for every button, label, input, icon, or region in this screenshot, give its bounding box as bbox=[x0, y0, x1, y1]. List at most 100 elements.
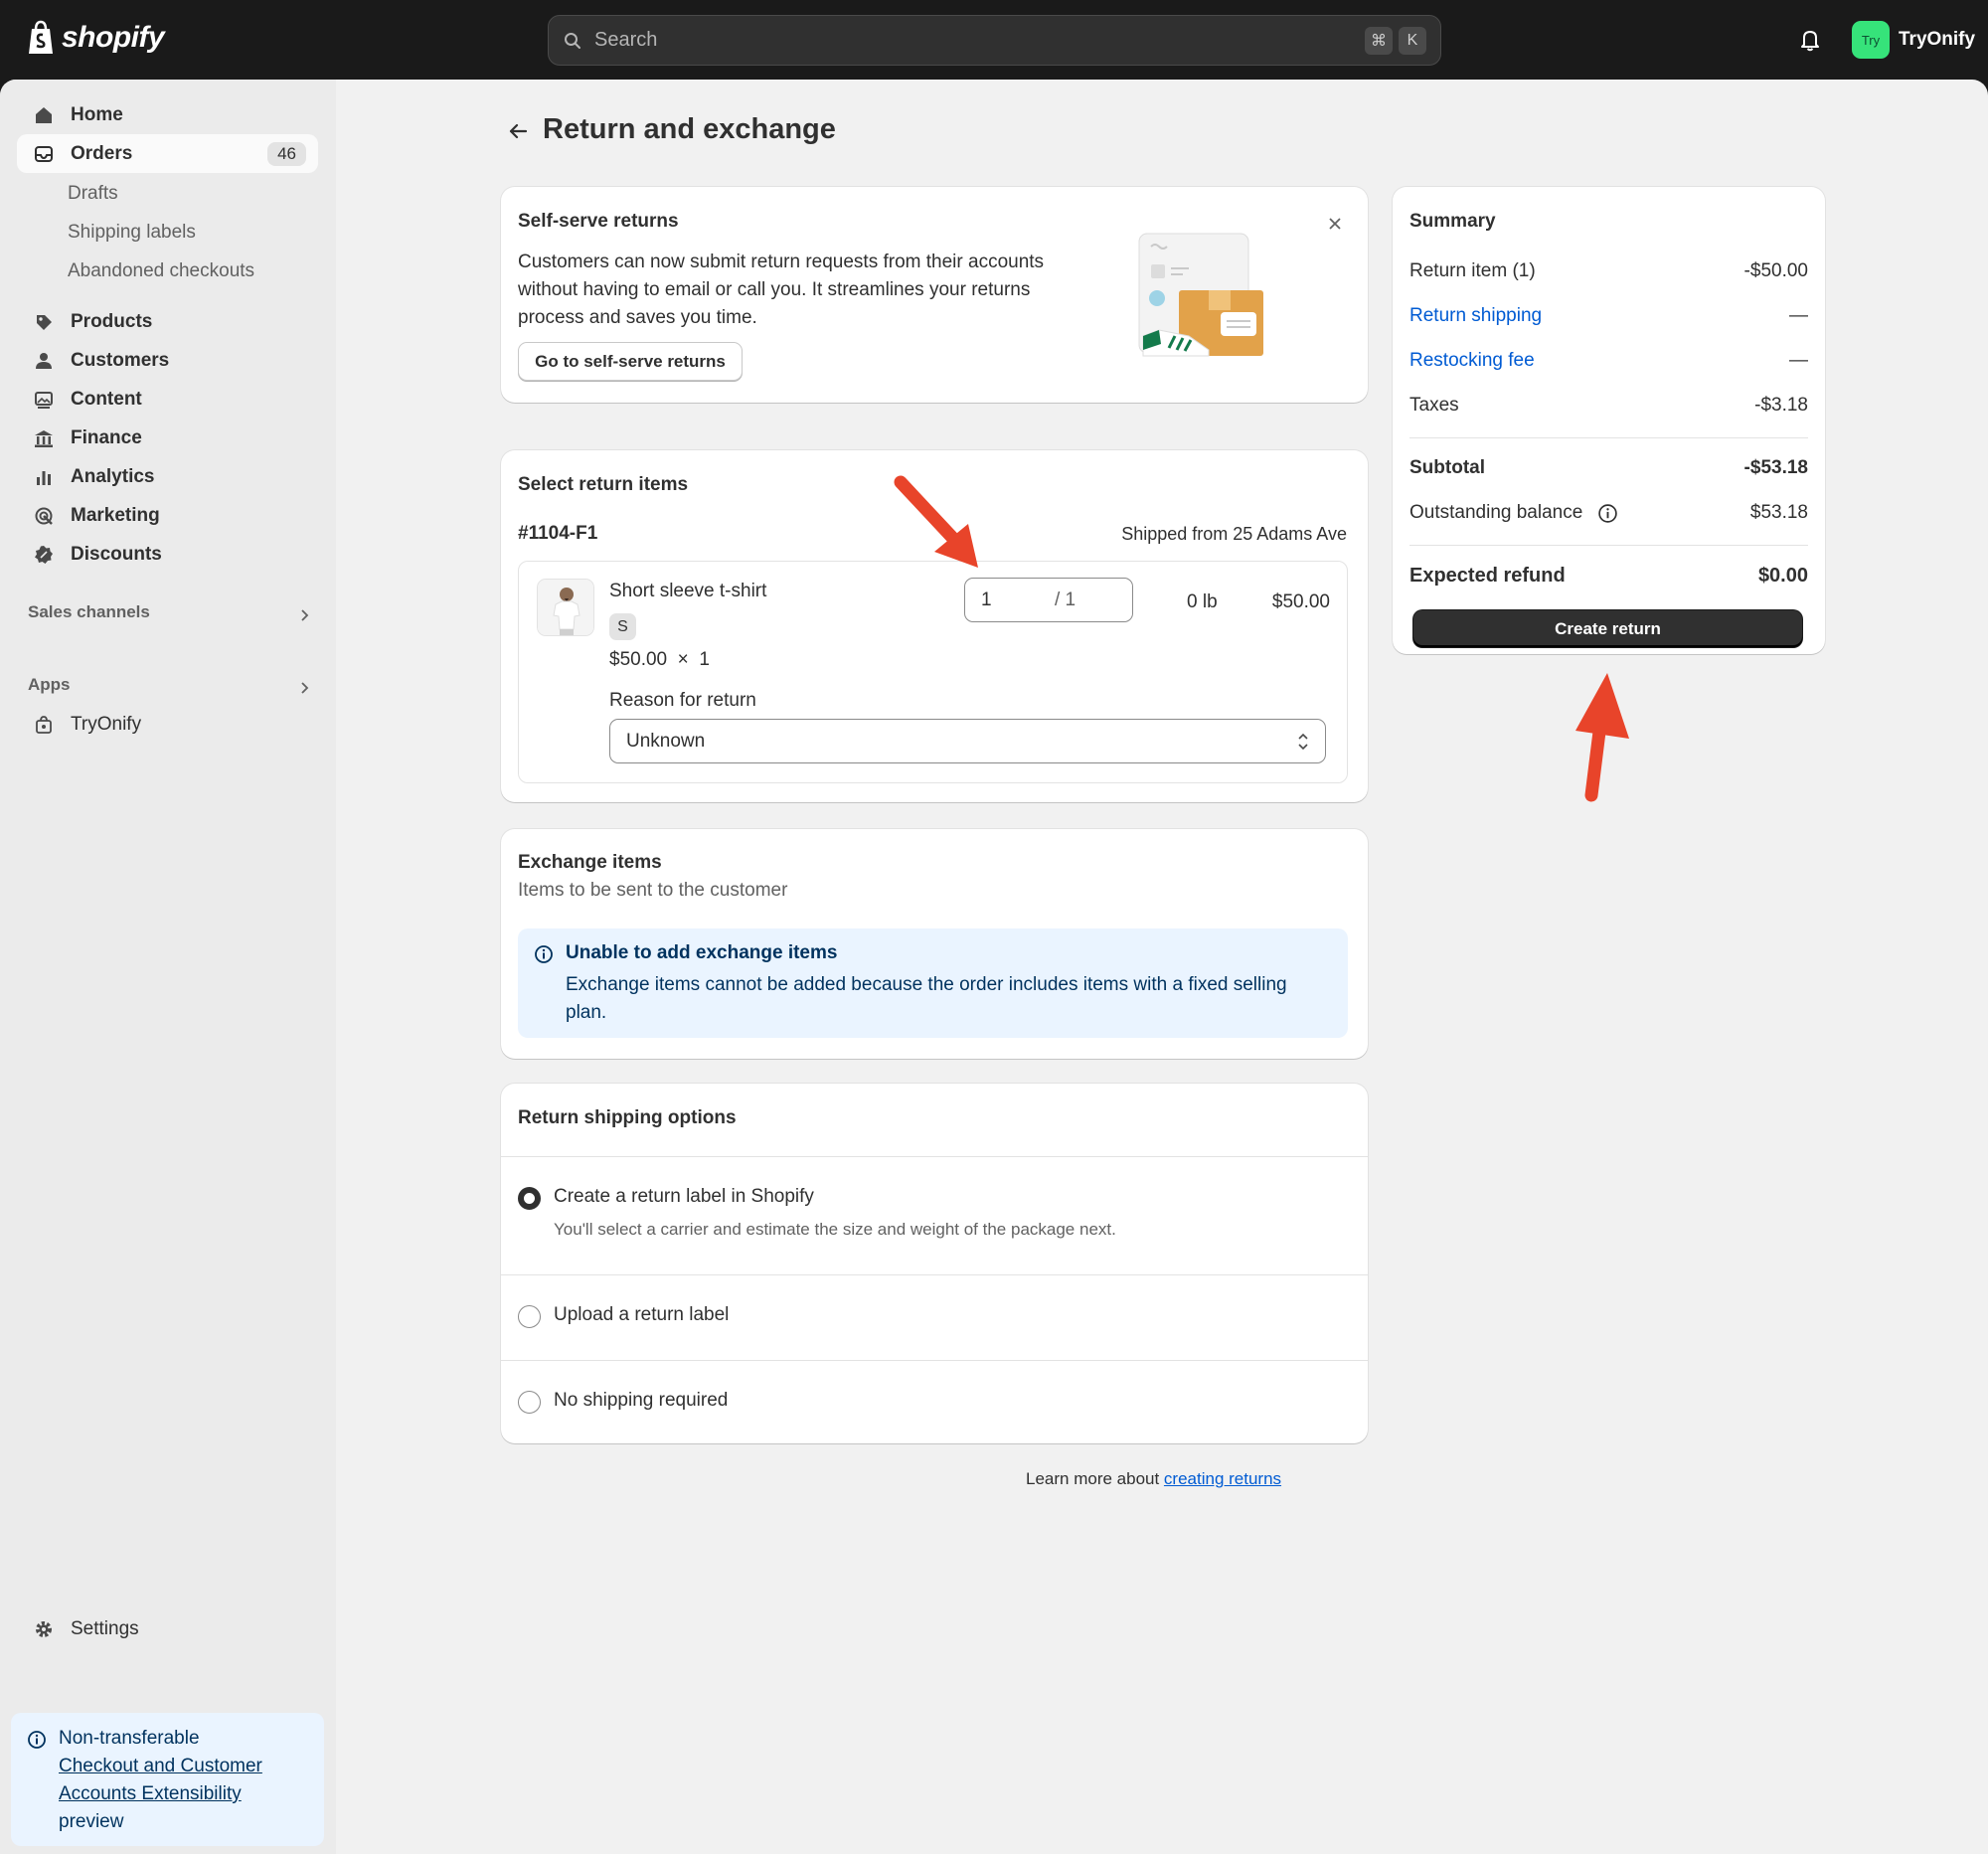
summary-title: Summary bbox=[1409, 211, 1496, 232]
back-arrow-icon[interactable] bbox=[506, 119, 530, 143]
sidebar-item-finance[interactable]: Finance bbox=[17, 419, 318, 457]
search-icon bbox=[565, 32, 580, 49]
banner-body-line: plan. bbox=[566, 1002, 607, 1023]
search-placeholder: Search bbox=[594, 29, 658, 51]
preview-notice-link[interactable]: Checkout and Customer Accounts Extensibi… bbox=[59, 1756, 262, 1804]
restocking-fee-link[interactable]: Restocking fee bbox=[1409, 350, 1535, 372]
info-icon bbox=[28, 1731, 46, 1749]
info-icon bbox=[535, 945, 553, 963]
reason-select[interactable]: Unknown bbox=[609, 719, 1326, 763]
bar-chart-icon bbox=[37, 470, 51, 485]
sidebar-item-label: Settings bbox=[71, 1617, 139, 1639]
sidebar-subitem-drafts[interactable]: Drafts bbox=[68, 183, 118, 205]
radio-unselected[interactable] bbox=[518, 1305, 541, 1328]
create-return-button[interactable]: Create return bbox=[1413, 610, 1802, 647]
banner-body: Exchange items cannot be added because t… bbox=[566, 971, 1287, 1027]
home-icon bbox=[36, 106, 52, 123]
sidebar-item-label: Discounts bbox=[71, 543, 162, 565]
shopify-logo[interactable]: shopify bbox=[26, 20, 165, 56]
target-icon bbox=[35, 507, 53, 525]
learn-more-text: Learn more about creating returns bbox=[1026, 1469, 1281, 1489]
sidebar-item-label: Finance bbox=[71, 426, 142, 448]
chevron-right-icon[interactable] bbox=[296, 680, 312, 696]
shipping-option-upload-label[interactable]: Upload a return label bbox=[501, 1275, 1368, 1360]
quantity-value: 1 bbox=[981, 590, 992, 610]
sidebar-item-discounts[interactable]: Discounts bbox=[17, 535, 318, 574]
page-title: Return and exchange bbox=[543, 113, 836, 145]
creating-returns-link[interactable]: creating returns bbox=[1164, 1469, 1281, 1488]
expected-refund-label: Expected refund bbox=[1409, 565, 1566, 587]
product-thumbnail bbox=[537, 579, 594, 636]
product-name[interactable]: Short sleeve t-shirt bbox=[609, 581, 766, 602]
returns-illustration bbox=[1138, 233, 1263, 357]
shipping-option-no-shipping[interactable]: No shipping required bbox=[501, 1361, 1368, 1442]
logo-text: shopify bbox=[62, 21, 165, 54]
chevron-right-icon[interactable] bbox=[296, 607, 312, 623]
radio-unselected[interactable] bbox=[518, 1391, 541, 1414]
shortcut-cmd-key: ⌘ bbox=[1365, 26, 1393, 55]
outstanding-balance-label: Outstanding balance bbox=[1409, 502, 1583, 523]
sidebar-item-label: Orders bbox=[71, 142, 133, 164]
discount-icon bbox=[35, 545, 53, 564]
banner-body-line: Exchange items cannot be added because t… bbox=[566, 974, 1287, 995]
return-line-item: Short sleeve t-shirt S $50.00 × 1 1 / 1 … bbox=[518, 561, 1348, 783]
quantity-max: / 1 bbox=[1055, 590, 1077, 610]
exchange-title: Exchange items bbox=[518, 852, 662, 873]
tshirt-model-image bbox=[538, 580, 593, 635]
sidebar-item-products[interactable]: Products bbox=[17, 302, 318, 341]
store-avatar[interactable]: Try bbox=[1852, 21, 1890, 59]
search-bar[interactable]: Search ⌘ K bbox=[548, 15, 1441, 66]
return-shipping-link[interactable]: Return shipping bbox=[1409, 305, 1542, 327]
notification-bell-icon[interactable] bbox=[1797, 27, 1823, 53]
preview-notice-line3: preview bbox=[59, 1811, 124, 1832]
exchange-items-card: Exchange items Items to be sent to the c… bbox=[501, 829, 1368, 1059]
gear-icon bbox=[36, 1620, 52, 1637]
self-serve-returns-card: Self-serve returns Customers can now sub… bbox=[501, 187, 1368, 403]
return-quantity-input[interactable]: 1 / 1 bbox=[964, 578, 1133, 622]
sidebar-item-settings[interactable]: Settings bbox=[17, 1609, 318, 1648]
return-items-title: Select return items bbox=[518, 474, 689, 495]
sidebar-item-label: TryOnify bbox=[71, 713, 142, 735]
radio-selected[interactable] bbox=[518, 1187, 541, 1210]
annotation-arrow-to-quantity bbox=[894, 475, 978, 568]
summary-row-label: Taxes bbox=[1409, 395, 1459, 416]
inbox-icon bbox=[35, 145, 53, 162]
sidebar-item-label: Products bbox=[71, 310, 153, 332]
shopify-bag-icon bbox=[29, 20, 53, 54]
summary-row-label: Return item (1) bbox=[1409, 260, 1536, 281]
self-serve-body-line: process and saves you time. bbox=[518, 307, 757, 328]
divider bbox=[1409, 545, 1808, 546]
sidebar-item-orders[interactable]: Orders 46 bbox=[17, 134, 318, 173]
go-to-self-serve-returns-button[interactable]: Go to self-serve returns bbox=[518, 342, 743, 381]
sidebar-item-home[interactable]: Home bbox=[17, 95, 318, 134]
sidebar-item-label: Content bbox=[71, 388, 142, 410]
banner-title: Unable to add exchange items bbox=[566, 942, 838, 963]
sidebar-item-tryonify-app[interactable]: TryOnify bbox=[17, 705, 318, 744]
sidebar-item-content[interactable]: Content bbox=[17, 380, 318, 419]
sidebar-subitem-shipping-labels[interactable]: Shipping labels bbox=[68, 222, 196, 244]
preview-notice-line1: Non-transferable bbox=[59, 1728, 200, 1749]
tag-icon bbox=[37, 314, 52, 330]
store-name[interactable]: TryOnify bbox=[1899, 29, 1975, 51]
close-icon[interactable] bbox=[1326, 215, 1344, 233]
self-serve-body-line: Customers can now submit return requests… bbox=[518, 252, 1045, 272]
variant-badge: S bbox=[609, 613, 636, 640]
sidebar-item-analytics[interactable]: Analytics bbox=[17, 457, 318, 496]
sales-channels-heading[interactable]: Sales channels bbox=[28, 602, 150, 622]
subtotal-value: -$53.18 bbox=[1743, 457, 1808, 478]
self-serve-title: Self-serve returns bbox=[518, 211, 679, 232]
info-icon[interactable] bbox=[1597, 503, 1618, 524]
apps-heading[interactable]: Apps bbox=[28, 675, 71, 695]
option-help-text: You'll select a carrier and estimate the… bbox=[554, 1220, 1116, 1239]
sidebar-subitem-abandoned-checkouts[interactable]: Abandoned checkouts bbox=[68, 260, 254, 282]
sidebar-item-marketing[interactable]: Marketing bbox=[17, 496, 318, 535]
summary-row-value: -$50.00 bbox=[1743, 260, 1808, 281]
bank-icon bbox=[35, 429, 53, 447]
divider bbox=[1409, 437, 1808, 438]
app-bag-icon bbox=[36, 715, 52, 734]
app-shell: Home Orders 46 Drafts Shipping labels Ab… bbox=[0, 80, 1988, 1854]
shipping-option-create-label[interactable]: Create a return label in Shopify You'll … bbox=[501, 1157, 1368, 1274]
top-bar: shopify Search ⌘ K Try TryOnify bbox=[0, 0, 1988, 80]
sidebar-item-customers[interactable]: Customers bbox=[17, 341, 318, 380]
person-icon bbox=[36, 352, 52, 369]
